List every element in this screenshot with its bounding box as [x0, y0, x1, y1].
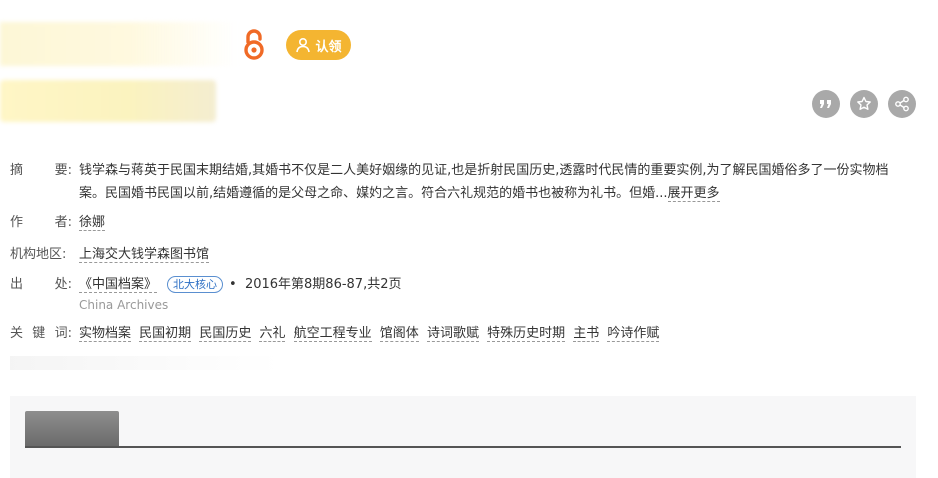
abstract-text: 钱学森与蒋英于民国末期结婚,其婚书不仅是二人美好姻缘的见证,也是折射民国历史,透… [79, 163, 889, 202]
tag-blurred [0, 80, 216, 122]
favorite-button[interactable] [850, 90, 878, 118]
share-icon [895, 96, 909, 112]
star-icon [857, 96, 871, 110]
abstract-label: 摘 要: [10, 163, 72, 178]
source-label: 出 处: [10, 277, 72, 292]
quote-icon [820, 100, 831, 108]
cite-button[interactable] [812, 90, 840, 118]
keywords-label: 关 键 词: [10, 326, 72, 341]
institution-link[interactable]: 上海交大钱学森图书馆 [79, 247, 210, 263]
author-label: 作 者: [10, 215, 72, 230]
keyword-link[interactable]: 民国历史 [199, 326, 252, 342]
keyword-link[interactable]: 特殊历史时期 [487, 326, 566, 342]
keyword-link[interactable]: 主书 [573, 326, 600, 342]
core-journal-badge[interactable]: 北大核心 [167, 276, 224, 293]
keyword-link[interactable]: 民国初期 [139, 326, 192, 342]
faint-divider [10, 356, 280, 370]
journal-link[interactable]: 《中国档案》 [79, 277, 158, 293]
institution-label: 机构地区: [10, 247, 67, 262]
keyword-link[interactable]: 航空工程专业 [293, 326, 372, 342]
keyword-link[interactable]: 馆阁体 [379, 326, 419, 342]
issue-info: 2016年第8期86-87,共2页 [244, 277, 402, 292]
keyword-link[interactable]: 六礼 [259, 326, 286, 342]
share-button[interactable] [888, 90, 916, 118]
action-buttons [812, 90, 916, 118]
claim-button[interactable]: 认领 [286, 30, 351, 60]
user-icon [296, 37, 311, 53]
expand-more-link[interactable]: 展开更多 [667, 186, 720, 202]
author-link[interactable]: 徐娜 [79, 215, 106, 231]
tab-underline [25, 446, 901, 448]
source-row: 出 处: 《中国档案》 北大核心 • 2016年第8期86-87,共2页 China… [10, 273, 610, 319]
keyword-link[interactable]: 实物档案 [79, 326, 132, 342]
title-blurred [0, 22, 238, 66]
open-access-icon [244, 29, 264, 60]
claim-label: 认领 [315, 39, 342, 55]
tab-panel [10, 396, 916, 478]
active-tab[interactable] [25, 411, 119, 447]
keyword-link[interactable]: 诗词歌赋 [426, 326, 479, 342]
separator-dot: • [229, 277, 237, 292]
journal-english-name: China Archives [79, 298, 169, 312]
keyword-link[interactable]: 吟诗作赋 [607, 326, 660, 342]
